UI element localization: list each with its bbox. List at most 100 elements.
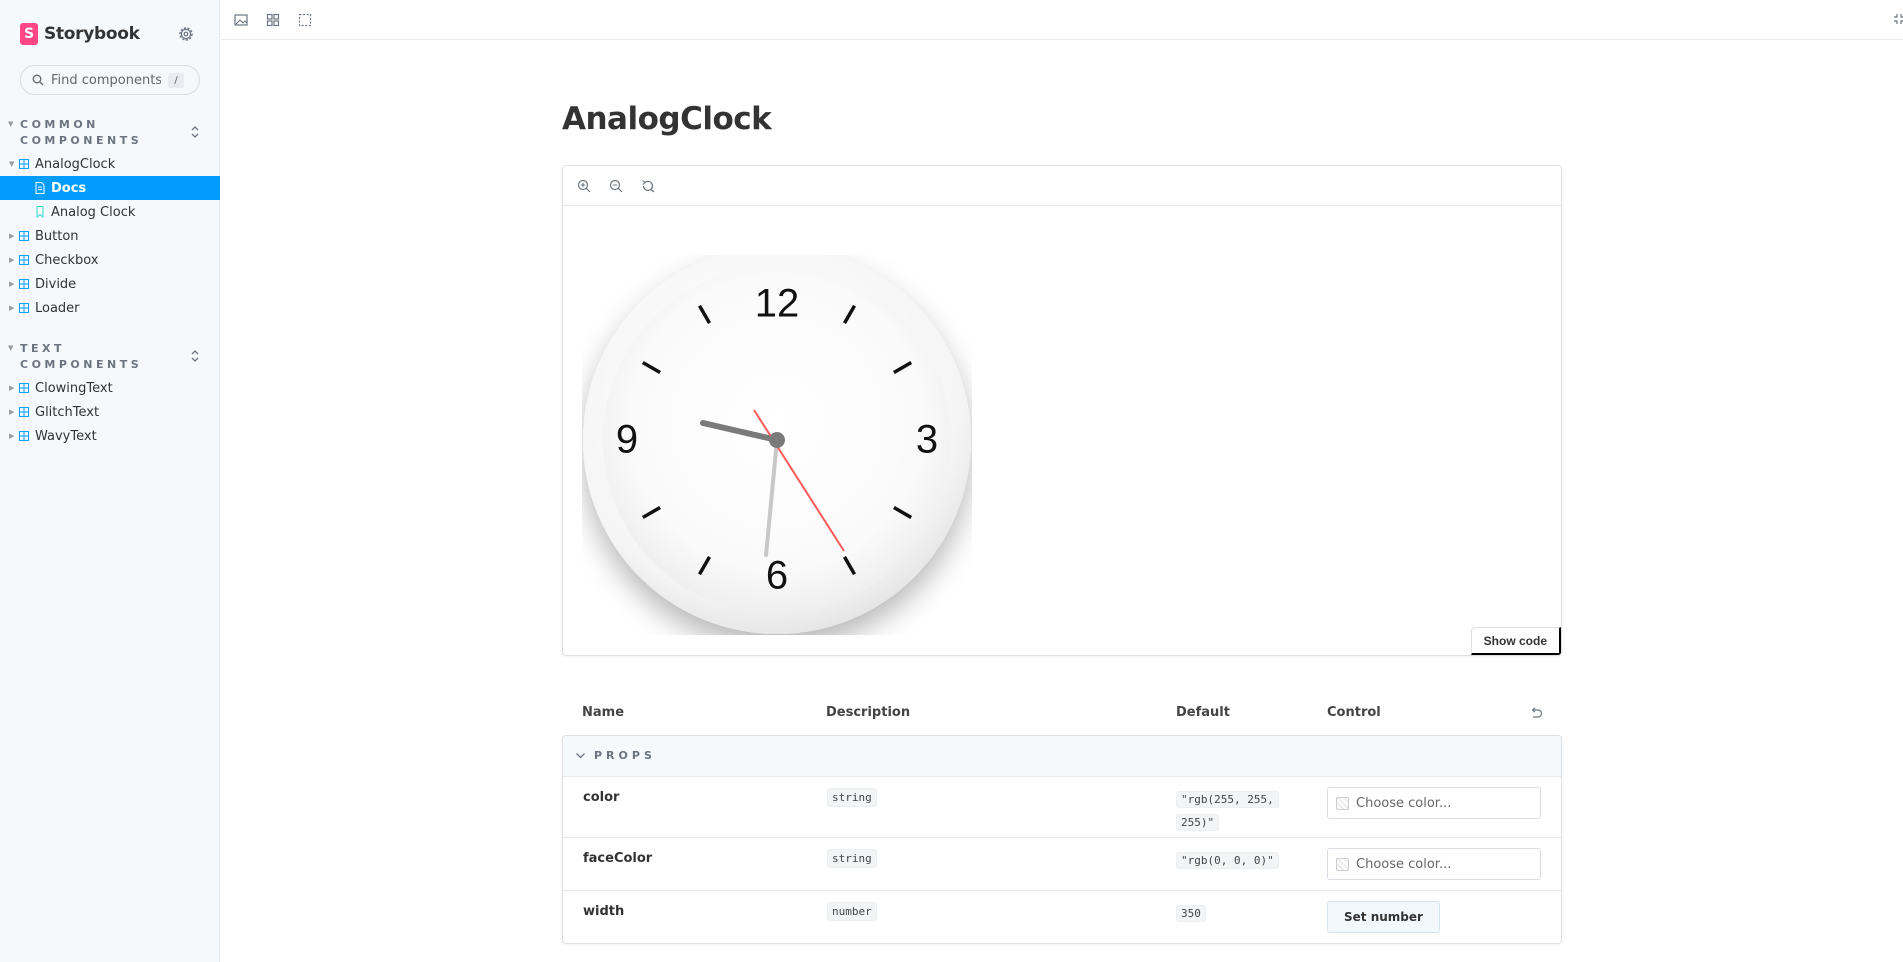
page-title: AnalogClock (562, 101, 772, 137)
column-header-name: Name (582, 705, 625, 720)
section-title: PROPS (594, 749, 656, 762)
search-box: / (20, 65, 200, 95)
component-icon (19, 303, 29, 313)
default-value: "rgb(0, 0, 0)" (1176, 852, 1279, 869)
tree-item-loader[interactable]: ▶ Loader (0, 296, 220, 320)
search-input[interactable] (51, 71, 161, 90)
component-icon (19, 279, 29, 289)
arg-name: width (583, 904, 625, 919)
arg-name: faceColor (583, 851, 653, 866)
story-canvas: 12 3 6 9 Show code (562, 165, 1562, 656)
caret-right-icon: ▶ (9, 232, 15, 240)
zoom-out-icon[interactable] (609, 179, 623, 193)
tree-item-label: AnalogClock (35, 156, 116, 172)
caret-down-icon: ▼ (9, 160, 15, 168)
tree-item-glitchtext[interactable]: ▶ GlitchText (0, 400, 220, 424)
component-icon (19, 159, 29, 169)
chevron-down-icon (576, 753, 585, 759)
preview-toolbar (221, 0, 1903, 40)
tree-item-label: Checkbox (35, 252, 99, 268)
brand-name: Storybook (44, 24, 140, 44)
color-swatch[interactable] (1336, 797, 1349, 810)
tree-item-label: Button (35, 228, 79, 244)
outline-icon[interactable] (297, 12, 313, 28)
caret-right-icon: ▶ (9, 432, 15, 440)
caret-right-icon: ▶ (9, 408, 15, 416)
undo-icon[interactable] (1529, 706, 1543, 720)
tree-item-wavytext[interactable]: ▶ WavyText (0, 424, 220, 448)
column-header-control: Control (1327, 705, 1381, 720)
expand-collapse-icon[interactable] (188, 125, 202, 139)
arg-name: color (583, 790, 620, 805)
component-icon (19, 231, 29, 241)
caret-down-icon: ▼ (8, 344, 14, 352)
clock-numeral-3: 3 (916, 418, 938, 462)
tree-item-divide[interactable]: ▶ Divide (0, 272, 220, 296)
arg-default: 350 (1176, 902, 1294, 925)
tree-item-checkbox[interactable]: ▶ Checkbox (0, 248, 220, 272)
caret-right-icon: ▶ (9, 384, 15, 392)
caret-right-icon: ▶ (9, 280, 15, 288)
document-icon (35, 182, 45, 194)
analog-clock: 12 3 6 9 (583, 255, 971, 634)
bookmark-icon (36, 206, 44, 218)
zoom-reset-icon[interactable] (641, 179, 655, 193)
color-input[interactable] (1356, 855, 1526, 873)
tree-item-analogclock[interactable]: ▼ AnalogClock (0, 152, 220, 176)
table-row: faceColor string "rgb(0, 0, 0)" (563, 838, 1561, 891)
storybook-brand[interactable]: S Storybook (20, 22, 140, 46)
canvas-toolbar (563, 166, 1561, 206)
tree-item-clowingtext[interactable]: ▶ ClowingText (0, 376, 220, 400)
tree-item-docs[interactable]: Docs (0, 176, 220, 200)
arg-type: string (827, 849, 877, 868)
tree-item-label: Divide (35, 276, 77, 292)
component-icon (19, 255, 29, 265)
group-title: COMMON COMPONENTS (20, 118, 143, 147)
fullscreen-icon[interactable] (1893, 13, 1903, 25)
tree-item-label: Docs (51, 180, 87, 196)
args-table: PROPS color string "rgb(255, 255, 255)" … (562, 735, 1562, 944)
set-number-button[interactable]: Set number (1327, 901, 1440, 933)
color-control (1327, 787, 1541, 819)
component-icon (19, 383, 29, 393)
table-row: width number 350 Set number (563, 891, 1561, 943)
color-swatch[interactable] (1336, 858, 1349, 871)
clock-center-pin (769, 432, 785, 448)
tree-item-button[interactable]: ▶ Button (0, 224, 220, 248)
search-icon (32, 74, 44, 86)
clock-numeral-9: 9 (616, 418, 638, 462)
component-icon (19, 431, 29, 441)
group-title: TEXT COMPONENTS (20, 342, 143, 371)
show-code-button[interactable]: Show code (1470, 627, 1561, 655)
zoom-in-icon[interactable] (577, 179, 591, 193)
search-shortcut-key: / (168, 73, 184, 88)
tree-item-label: WavyText (35, 428, 97, 444)
arg-default: "rgb(0, 0, 0)" (1176, 849, 1294, 872)
default-value: 350 (1176, 905, 1206, 922)
color-input[interactable] (1356, 794, 1526, 812)
arg-type: string (827, 788, 877, 807)
caret-right-icon: ▶ (9, 256, 15, 264)
column-header-default: Default (1176, 705, 1230, 720)
sidebar: S Storybook / ▼ COMMON COMPONENTS ▼ Anal… (0, 0, 220, 962)
args-table-header: Name Description Default Control (562, 700, 1562, 734)
arg-type: number (827, 902, 877, 921)
clock-numeral-12: 12 (755, 282, 800, 326)
expand-collapse-icon[interactable] (188, 349, 202, 363)
gear-icon[interactable] (177, 25, 195, 43)
table-row: color string "rgb(255, 255, 255)" (563, 777, 1561, 838)
tree-item-label: Loader (35, 300, 80, 316)
group-header-common-components[interactable]: ▼ COMMON COMPONENTS (8, 117, 208, 151)
caret-right-icon: ▶ (9, 304, 15, 312)
caret-down-icon: ▼ (8, 120, 14, 128)
group-header-text-components[interactable]: ▼ TEXT COMPONENTS (8, 341, 208, 375)
tree-item-label: ClowingText (35, 380, 113, 396)
tree-item-label: Analog Clock (51, 204, 136, 220)
grid-icon[interactable] (265, 12, 281, 28)
image-icon[interactable] (233, 12, 249, 28)
tree-item-analog-clock-story[interactable]: Analog Clock (0, 200, 220, 224)
props-section-toggle[interactable]: PROPS (563, 736, 1561, 777)
color-control (1327, 848, 1541, 880)
clock-numeral-6: 6 (766, 554, 788, 598)
storybook-logo: S (20, 23, 38, 45)
